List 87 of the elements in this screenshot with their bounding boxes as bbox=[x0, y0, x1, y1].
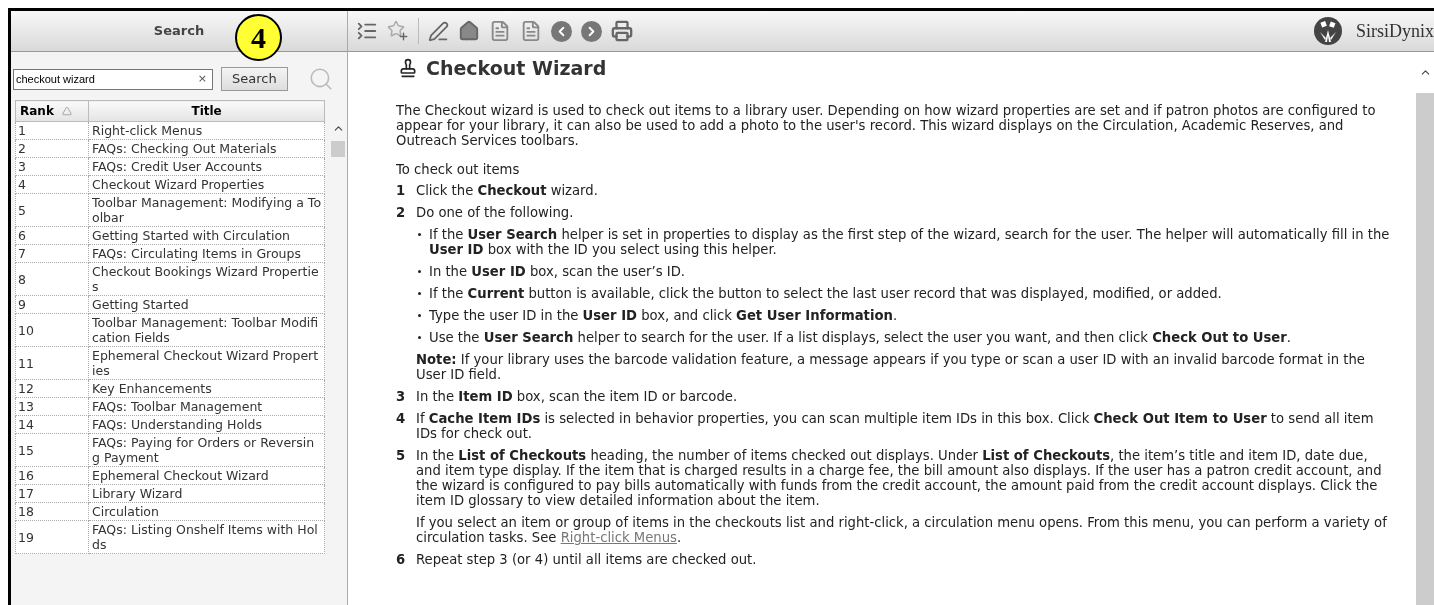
step-number: 3 bbox=[396, 389, 407, 404]
bullet-icon bbox=[418, 314, 421, 317]
title-cell[interactable]: FAQs: Understanding Holds bbox=[88, 415, 325, 434]
forward-button[interactable] bbox=[581, 20, 602, 42]
title-cell[interactable]: FAQs: Toolbar Management bbox=[88, 397, 325, 416]
rank-cell: 11 bbox=[15, 346, 89, 380]
pen-icon[interactable] bbox=[428, 20, 449, 42]
print-icon[interactable] bbox=[611, 20, 633, 42]
title-cell[interactable]: Ephemeral Checkout Wizard bbox=[88, 466, 325, 485]
brand-name: SirsiDynix bbox=[1356, 19, 1434, 43]
bullet-icon bbox=[418, 292, 421, 295]
rank-cell: 2 bbox=[15, 139, 89, 158]
bullet-text: If the Current button is available, click the button to select the last user record that was displayed, modified, or added. bbox=[429, 286, 1222, 301]
step-paragraph: If you select an item or group of items in the checkouts list and right-click, a circulation menu opens. From this menu, you can perform a variety of circulation tasks. See Right-click Menus. bbox=[416, 515, 1388, 545]
step-text: In the List of Checkouts heading, the number of items checked out displays. Under List of Checkouts, the item’s title and item ID, date due, and item type display. If the item that is charged results in a charge fee, the bill amount also displays. If the user has a patron credit account, and the wizard is configured to pay bills automatically with funds from the credit account, the amount paid from the credit account displays. Click the item ID glossary to view detailed information about the item. bbox=[416, 448, 1383, 508]
note-text: Note: If your library uses the barcode validation feature, a message appears if you type or scan a user ID with an invalid barcode format in the User ID field. bbox=[416, 352, 1366, 382]
step-text: Do one of the following. bbox=[416, 205, 575, 220]
bullet-text: In the User ID box, scan the user’s ID. bbox=[429, 264, 685, 279]
rank-cell: 10 bbox=[15, 313, 89, 347]
rank-cell: 6 bbox=[15, 226, 89, 245]
title-cell[interactable]: Toolbar Management: Modifying a Toolbar bbox=[88, 193, 325, 227]
step-text: Click the Checkout wizard. bbox=[416, 183, 599, 198]
column-label: Rank bbox=[20, 103, 54, 120]
rank-cell: 8 bbox=[15, 262, 89, 296]
step-number: 5 bbox=[396, 448, 407, 465]
section-heading: To check out items bbox=[396, 162, 521, 177]
rank-cell: 3 bbox=[15, 157, 89, 176]
logo-icon bbox=[1313, 16, 1343, 46]
rank-cell: 1 bbox=[15, 121, 89, 140]
clear-button[interactable]: × bbox=[194, 70, 210, 88]
bullet-text: If the User Search helper is set in properties to display as the first step of the wizard, search for the user. The helper will automatically fill in the User ID box with the ID you select using this helper. bbox=[429, 227, 1391, 257]
column-header[interactable]: Title bbox=[88, 100, 325, 122]
title-cell[interactable]: Getting Started bbox=[88, 295, 325, 314]
bullet-icon bbox=[418, 270, 421, 273]
bullet-icon bbox=[418, 336, 421, 339]
title-cell[interactable]: Library Wizard bbox=[88, 484, 325, 503]
step-text: Repeat step 3 (or 4) until all items are checked out. bbox=[416, 552, 758, 567]
step-text: If Cache Item IDs is selected in behavior properties, you can scan multiple item IDs in this box. Click Check Out Item to User to send all item IDs for check out. bbox=[416, 411, 1375, 441]
step-number: 4 bbox=[396, 411, 407, 428]
rank-cell: 4 bbox=[15, 175, 89, 194]
home-icon[interactable] bbox=[458, 20, 480, 42]
title-cell[interactable]: FAQs: Checking Out Materials bbox=[88, 139, 325, 158]
rank-cell: 17 bbox=[15, 484, 89, 503]
title-cell[interactable]: Checkout Wizard Properties bbox=[88, 175, 325, 194]
rank-cell: 18 bbox=[15, 502, 89, 521]
title-cell[interactable]: Circulation bbox=[88, 502, 325, 521]
rank-cell: 14 bbox=[15, 415, 89, 434]
rank-cell: 12 bbox=[15, 379, 89, 398]
bullet-text: Use the User Search helper to search for the user. If a list displays, select the user you want, and then click Check Out to User. bbox=[429, 330, 1291, 345]
bullet-text: Type the user ID in the User ID box, and click Get User Information. bbox=[429, 308, 898, 323]
title-cell[interactable]: Checkout Bookings Wizard Properties bbox=[88, 262, 325, 296]
title-cell[interactable]: Toolbar Management: Toolbar Modification Fields bbox=[88, 313, 325, 347]
document-icon[interactable] bbox=[520, 20, 542, 42]
step-number: 2 bbox=[396, 205, 407, 222]
column-header[interactable]: Rank bbox=[15, 100, 89, 122]
search-button[interactable]: Search bbox=[221, 67, 288, 91]
list-icon[interactable] bbox=[356, 20, 378, 42]
rank-cell: 19 bbox=[15, 520, 89, 554]
rank-cell: 9 bbox=[15, 295, 89, 314]
rank-cell: 16 bbox=[15, 466, 89, 485]
intro-paragraph: The Checkout wizard is used to check out items to a library user. Depending on how wizard properties are set and if patron photos are configured to appear for your library, it can also be used to add a photo to the user's record. This wizard displays on the Circulation, Academic Reserves, and Outreach Services toolbars. bbox=[396, 103, 1377, 148]
title-cell[interactable]: FAQs: Credit User Accounts bbox=[88, 157, 325, 176]
rank-cell: 7 bbox=[15, 244, 89, 263]
title-cell[interactable]: Right-click Menus bbox=[88, 121, 325, 140]
search-field[interactable]: checkout wizard × bbox=[13, 68, 213, 90]
title-cell[interactable]: Getting Started with Circulation bbox=[88, 226, 325, 245]
step-text: In the Item ID box, scan the item ID or barcode. bbox=[416, 389, 739, 404]
scroll-thumb[interactable] bbox=[331, 141, 346, 157]
rank-cell: 5 bbox=[15, 193, 89, 227]
bullet-icon bbox=[418, 233, 421, 236]
title-cell[interactable]: FAQs: Listing Onshelf Items with Holds bbox=[88, 520, 325, 554]
step-number: 6 bbox=[396, 552, 407, 567]
title-cell[interactable]: FAQs: Circulating Items in Groups bbox=[88, 244, 325, 263]
title-cell[interactable]: Ephemeral Checkout Wizard Properties bbox=[88, 346, 325, 380]
stamp-icon bbox=[398, 58, 418, 78]
rank-cell: 13 bbox=[15, 397, 89, 416]
article-title: Checkout Wizard bbox=[426, 60, 607, 76]
title-cell[interactable]: FAQs: Paying for Orders or Reversing Payment bbox=[88, 433, 325, 467]
star-plus-icon[interactable] bbox=[387, 20, 409, 42]
help-link[interactable]: Right-click Menus bbox=[560, 530, 677, 545]
panel-title: Search bbox=[153, 22, 205, 41]
rank-cell: 15 bbox=[15, 433, 89, 467]
title-cell[interactable]: Key Enhancements bbox=[88, 379, 325, 398]
back-button[interactable] bbox=[551, 20, 572, 42]
document-icon[interactable] bbox=[489, 20, 511, 42]
step-number: 1 bbox=[396, 183, 407, 198]
search-input[interactable]: checkout wizard bbox=[16, 70, 195, 88]
